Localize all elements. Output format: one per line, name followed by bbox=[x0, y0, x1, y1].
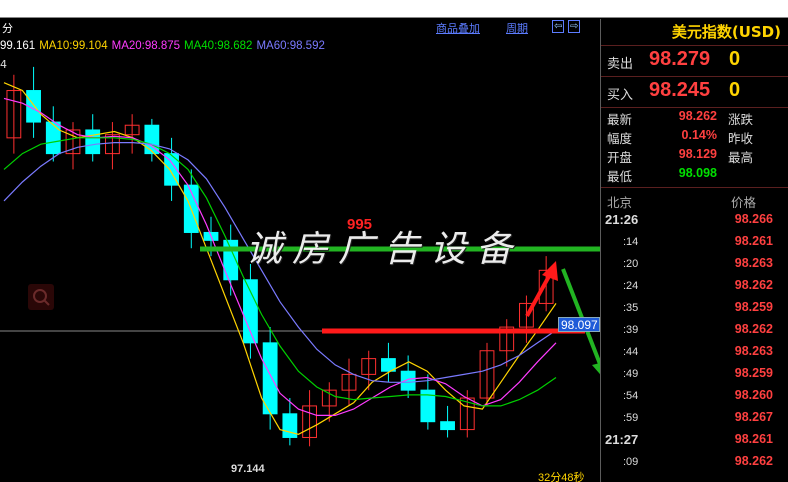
top-toolbar bbox=[0, 0, 788, 18]
tick-row: :59 98.267 bbox=[601, 408, 788, 430]
stat-value: 0.14% bbox=[681, 128, 717, 142]
tick-price: 98.262 bbox=[734, 278, 773, 292]
stat-label: 最新 bbox=[607, 112, 633, 127]
tick-price: 98.262 bbox=[734, 322, 773, 336]
ticks-header-time: 北京 bbox=[607, 195, 633, 210]
low-price-label: 97.144 bbox=[231, 463, 265, 475]
candle-body bbox=[85, 129, 101, 155]
period-label: 分 bbox=[2, 22, 13, 35]
ma-legend-item: MA40:98.682 bbox=[184, 40, 253, 52]
tick-price: 98.263 bbox=[734, 256, 773, 270]
ma-legend: 99.161 MA10:99.104 MA20:98.875 MA40:98.682 M… bbox=[0, 40, 329, 54]
tick-row: :24 98.262 bbox=[601, 276, 788, 298]
tick-row: :09 98.262 bbox=[601, 452, 788, 474]
zoom-search-icon[interactable] bbox=[28, 284, 54, 310]
stat-value: 98.129 bbox=[678, 147, 717, 161]
stat-row: 最新 98.262 涨跌 bbox=[601, 108, 788, 127]
ma-legend-item: MA10:99.104 bbox=[39, 40, 108, 52]
sell-value: 98.279 bbox=[649, 48, 711, 70]
top-axis-value: 4 bbox=[0, 58, 7, 71]
tick-row: 21:26 98.266 bbox=[601, 210, 788, 232]
buy-qty: 0 bbox=[729, 79, 741, 101]
tick-price: 98.263 bbox=[734, 344, 773, 358]
tick-time: :14 bbox=[623, 236, 639, 248]
countdown-label: 32分48秒 bbox=[538, 472, 585, 482]
tick-price: 98.266 bbox=[734, 212, 773, 226]
tick-time: :59 bbox=[623, 412, 639, 424]
divider bbox=[601, 187, 788, 188]
chart-toolbar: 分 商品叠加 周期 ⇦ ⇨ bbox=[0, 19, 600, 36]
watermark-number: 995 bbox=[347, 216, 373, 233]
stat-label: 开盘 bbox=[607, 150, 633, 165]
tick-time: :20 bbox=[623, 258, 639, 270]
down-arrow-head bbox=[592, 363, 600, 375]
sell-label: 卖出 bbox=[607, 57, 634, 72]
buy-row[interactable]: 买入 98.245 0 bbox=[601, 78, 788, 106]
tick-row: :49 98.259 bbox=[601, 364, 788, 386]
sell-row[interactable]: 卖出 98.279 0 bbox=[601, 47, 788, 75]
tick-time: :39 bbox=[623, 324, 639, 336]
stat-right-label: 最高 bbox=[728, 150, 754, 165]
scroll-left-icon[interactable]: ⇦ bbox=[552, 20, 565, 33]
candle-body bbox=[400, 370, 416, 391]
current-price-tag: 98.097 bbox=[558, 317, 600, 332]
tick-row: :14 98.261 bbox=[601, 232, 788, 254]
tick-time: :44 bbox=[623, 346, 639, 358]
tick-price: 98.261 bbox=[734, 234, 773, 248]
tick-row: :54 98.260 bbox=[601, 386, 788, 408]
stat-value: 98.098 bbox=[678, 166, 717, 180]
stat-row: 幅度 0.14% 昨收 bbox=[601, 127, 788, 146]
ma-legend-item: MA60:98.592 bbox=[256, 40, 325, 52]
tick-time: :24 bbox=[623, 280, 639, 292]
stat-value: 98.262 bbox=[678, 109, 717, 123]
tick-time: :09 bbox=[623, 456, 639, 468]
stat-label: 最低 bbox=[607, 169, 633, 184]
watermark-text: 诚房广告设备 bbox=[246, 229, 523, 270]
tick-time: :35 bbox=[623, 302, 639, 314]
instrument-title: 美元指数(USD) bbox=[671, 23, 781, 41]
buy-value: 98.245 bbox=[649, 79, 711, 101]
divider bbox=[601, 45, 788, 46]
tick-time: :54 bbox=[623, 390, 639, 402]
ma-legend-item: MA20:98.875 bbox=[111, 40, 181, 52]
tick-price: 98.259 bbox=[734, 366, 773, 380]
tick-time: :49 bbox=[623, 368, 639, 380]
overlay-button[interactable]: 商品叠加 bbox=[436, 20, 480, 36]
stat-right-label: 昨收 bbox=[728, 131, 754, 146]
tick-row: :39 98.262 bbox=[601, 320, 788, 342]
candle-body bbox=[262, 342, 278, 415]
tick-row: 21:27 98.261 bbox=[601, 430, 788, 452]
scroll-right-icon[interactable]: ⇨ bbox=[568, 20, 581, 33]
candle-body bbox=[45, 121, 61, 155]
divider bbox=[601, 76, 788, 77]
stat-row: 开盘 98.129 最高 bbox=[601, 146, 788, 165]
candle-body bbox=[440, 421, 455, 431]
stat-label: 幅度 bbox=[607, 131, 633, 146]
up-arrow-head bbox=[542, 261, 558, 281]
buy-label: 买入 bbox=[607, 88, 634, 103]
candle-body bbox=[243, 279, 258, 344]
cycle-button[interactable]: 周期 bbox=[506, 20, 528, 36]
tick-time: 21:26 bbox=[605, 212, 639, 227]
quote-panel: 美元指数(USD) 卖出 98.279 0 买入 98.245 0 最新 98.… bbox=[600, 19, 788, 482]
ticks-header-price: 价格 bbox=[731, 195, 757, 210]
sell-qty: 0 bbox=[729, 48, 741, 70]
tick-price: 98.260 bbox=[734, 388, 773, 402]
ticks-header: 北京 价格 bbox=[601, 191, 788, 210]
stat-row: 最低 98.098 bbox=[601, 165, 788, 184]
tick-row: :20 98.263 bbox=[601, 254, 788, 276]
tick-price: 98.267 bbox=[734, 410, 773, 424]
tick-price: 98.259 bbox=[734, 300, 773, 314]
ma-legend-item: 99.161 bbox=[0, 40, 36, 52]
tick-time: 21:27 bbox=[605, 432, 639, 447]
tick-price: 98.261 bbox=[734, 432, 773, 446]
tick-row: :35 98.259 bbox=[601, 298, 788, 320]
tick-price: 98.262 bbox=[734, 454, 773, 468]
stat-right-label: 涨跌 bbox=[728, 112, 754, 127]
tick-row: :44 98.263 bbox=[601, 342, 788, 364]
